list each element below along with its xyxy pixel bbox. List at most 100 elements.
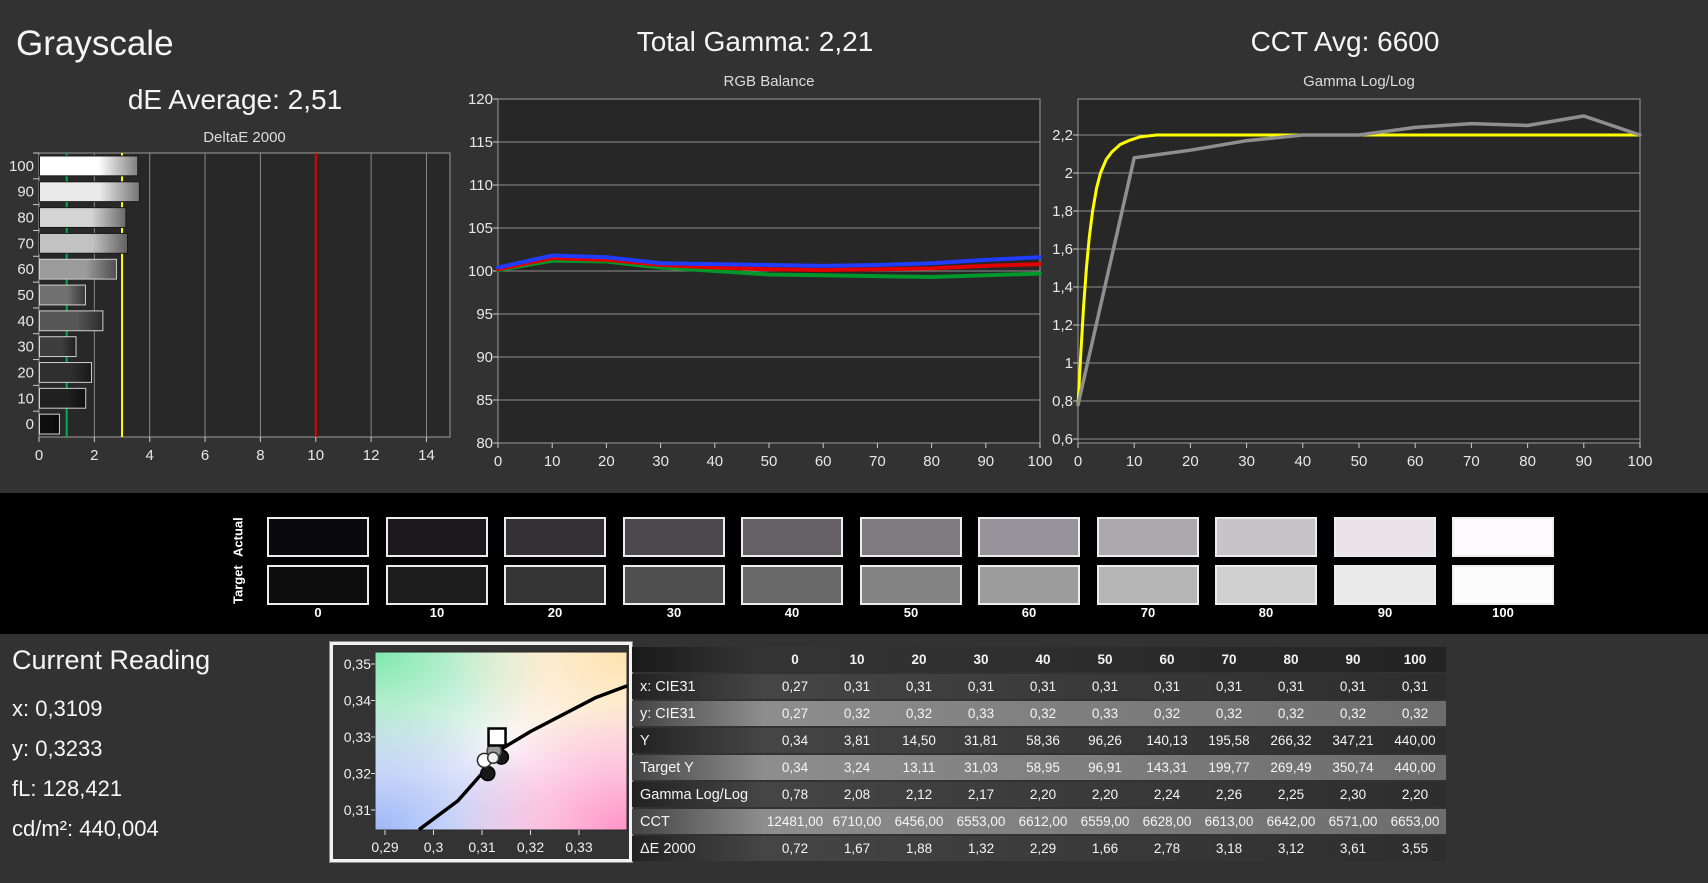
table-header-row: 0 10 20 30 40 50 60 70 80 90 100 [632, 647, 1446, 672]
table-row: ΔE 2000 0,72 1,67 1,88 1,32 2,29 1,66 2,78 3,18 3… [632, 836, 1446, 861]
axis-label: 0,31 [468, 839, 495, 855]
table-cell: 3,55 [1401, 841, 1429, 856]
axis-label: 0,29 [371, 839, 398, 855]
axis-label: 60 [1407, 453, 1424, 470]
swatch-target-60 [978, 565, 1080, 605]
swatch-actual-10 [386, 517, 488, 557]
table-cell: 6456,00 [894, 814, 944, 829]
table-cell: 1,66 [1091, 841, 1119, 856]
page-title: Grayscale [16, 24, 174, 63]
table-cell: 2,78 [1153, 841, 1181, 856]
table-cell: 0,31 [1215, 679, 1243, 694]
table-cell: 0,31 [1153, 679, 1181, 694]
swatch-row-label-target: Target [230, 565, 246, 605]
table-cell: 0,78 [781, 787, 809, 802]
table-cell: 0,33 [1091, 706, 1119, 721]
table-cell: 0,32 [1277, 706, 1305, 721]
table-cell: 6571,00 [1328, 814, 1378, 829]
table-cell: 440,00 [1394, 733, 1436, 748]
swatch-target-80 [1215, 565, 1317, 605]
table-row-label: y: CIE31 [632, 701, 764, 726]
axis-label: 8 [256, 447, 264, 464]
table-cell: 31,03 [964, 760, 998, 775]
table-cell: 6613,00 [1204, 814, 1254, 829]
axis-label: 2,2 [1052, 127, 1073, 144]
table-cell: 3,81 [843, 733, 871, 748]
table-cell: 347,21 [1332, 733, 1374, 748]
table-cell: 96,26 [1088, 733, 1122, 748]
axis-label: 1,6 [1052, 241, 1073, 258]
axis-label: 30 [652, 453, 669, 470]
swatch-step-label: 100 [1492, 605, 1514, 620]
table-header-cell: 60 [1159, 652, 1175, 667]
table-cell: 3,12 [1277, 841, 1305, 856]
table-cell: 6628,00 [1142, 814, 1192, 829]
axis-label: 4 [146, 447, 154, 464]
table-cell: 12481,00 [766, 814, 824, 829]
grayscale-swatch-strip: Actual Target 0 10 20 30 40 50 60 70 80 90 100 [0, 493, 1708, 634]
axis-label: 60 [17, 261, 34, 278]
table-cell: 0,32 [1215, 706, 1243, 721]
measurement-table: 0 10 20 30 40 50 60 70 80 90 100 x: CIE31 0,27 0,31 0,… [632, 645, 1446, 863]
table-cell: 3,61 [1339, 841, 1367, 856]
swatch-actual-0 [267, 517, 369, 557]
table-header-cell: 90 [1345, 652, 1361, 667]
swatch-actual-60 [978, 517, 1080, 557]
axis-label: 100 [468, 263, 493, 280]
table-header-cell [632, 647, 764, 672]
deltae-bar-10 [39, 387, 87, 409]
table-cell: 0,31 [905, 679, 933, 694]
axis-label: 0 [1074, 453, 1082, 470]
total-gamma-label: Total Gamma: 2,21 [636, 26, 874, 57]
axis-label: 80 [1519, 453, 1536, 470]
table-cell: 3,18 [1215, 841, 1243, 856]
table-header-cell: 40 [1035, 652, 1051, 667]
axis-label: 0,32 [517, 839, 544, 855]
table-cell: 0,27 [781, 706, 809, 721]
table-cell: 14,50 [902, 733, 936, 748]
axis-label: 10 [544, 453, 561, 470]
table-cell: 0,31 [843, 679, 871, 694]
axis-label: 90 [977, 453, 994, 470]
axis-label: 100 [9, 158, 34, 175]
deltae-bar-20 [39, 362, 93, 383]
table-header-cell: 30 [973, 652, 989, 667]
table-row: Y 0,34 3,81 14,50 31,81 58,36 96,26 140,13 195,5… [632, 728, 1446, 753]
axis-label: 6 [201, 447, 209, 464]
swatch-target-90 [1334, 565, 1436, 605]
table-cell: 0,31 [1339, 679, 1367, 694]
table-header-cell: 50 [1097, 652, 1113, 667]
axis-label: 70 [1463, 453, 1480, 470]
axis-label: 20 [17, 364, 34, 381]
table-row-label: ΔE 2000 [632, 836, 764, 861]
swatch-step-label: 40 [784, 605, 800, 620]
reading-fl: fL: 128,421 [12, 776, 123, 801]
table-cell: 13,11 [902, 760, 936, 775]
table-cell: 0,32 [1029, 706, 1057, 721]
axis-label: 100 [1627, 453, 1652, 470]
table-cell: 350,74 [1332, 760, 1374, 775]
axis-label: 0,35 [344, 656, 371, 672]
table-cell: 440,00 [1394, 760, 1436, 775]
table-cell: 2,08 [843, 787, 871, 802]
swatch-target-20 [504, 565, 606, 605]
reading-x: x: 0,3109 [12, 696, 103, 721]
axis-label: 10 [17, 390, 34, 407]
axis-label: 0 [494, 453, 502, 470]
axis-label: 60 [815, 453, 832, 470]
swatch-row-label-actual: Actual [230, 517, 246, 557]
table-cell: 58,95 [1026, 760, 1060, 775]
table-cell: 1,88 [905, 841, 933, 856]
table-cell: 3,24 [843, 760, 871, 775]
swatch-actual-40 [741, 517, 843, 557]
axis-label: 50 [761, 453, 778, 470]
table-cell: 0,33 [967, 706, 995, 721]
table-row: Target Y 0,34 3,24 13,11 31,03 58,95 96,91 143,… [632, 755, 1446, 780]
axis-label: 50 [1351, 453, 1368, 470]
table-cell: 6653,00 [1390, 814, 1440, 829]
swatch-target-70 [1097, 565, 1199, 605]
swatch-step-label: 70 [1140, 605, 1156, 620]
table-cell: 199,77 [1208, 760, 1250, 775]
axis-label: 95 [476, 306, 493, 323]
axis-label: 85 [476, 392, 493, 409]
